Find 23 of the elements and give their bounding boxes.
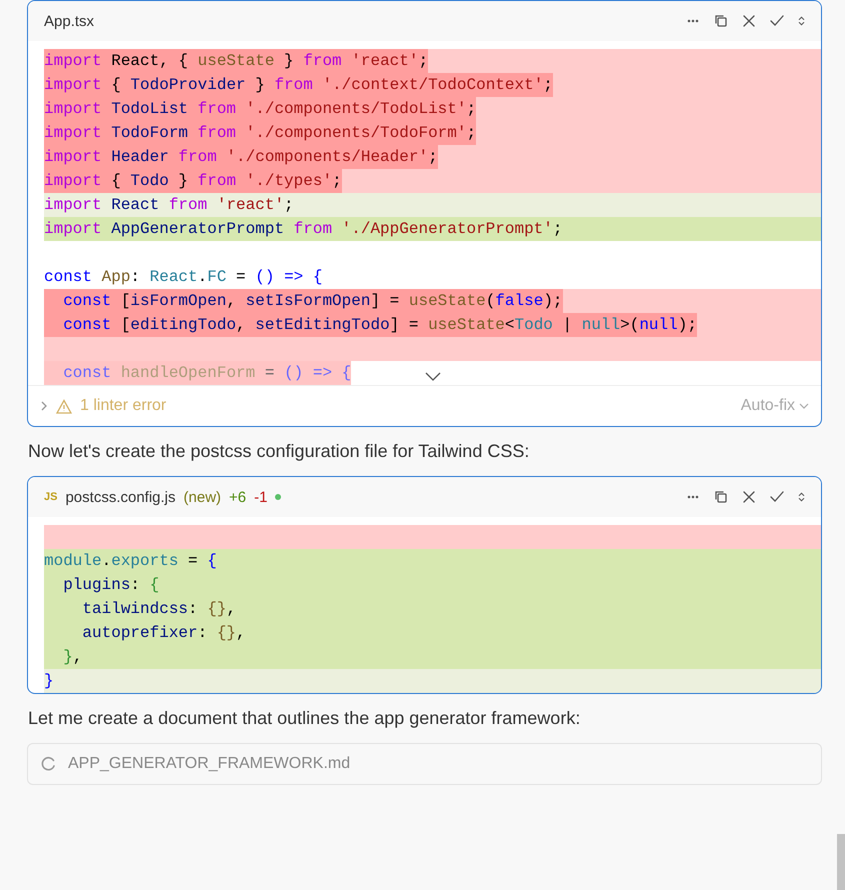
pending-file-name: APP_GENERATOR_FRAMEWORK.md xyxy=(68,755,350,773)
assistant-message: Now let's create the postcss configuration file for Tailwind CSS: xyxy=(27,440,530,463)
scrollbar-thumb[interactable] xyxy=(837,834,845,890)
removed-count: -1 xyxy=(254,488,268,506)
auto-fix-button[interactable]: Auto-fix xyxy=(740,397,809,415)
added-count: +6 xyxy=(229,488,246,506)
close-icon[interactable] xyxy=(741,489,757,505)
code-line: const handleOpenForm = () => { xyxy=(44,361,352,385)
assistant-message: Let me create a document that outlines the app generator framework: xyxy=(27,707,582,730)
file-name: App.tsx xyxy=(44,12,94,30)
copy-icon[interactable] xyxy=(713,13,729,29)
code-line: const App: React.FC = () => { xyxy=(44,267,324,288)
warning-icon xyxy=(56,398,72,414)
chevron-down-icon[interactable] xyxy=(424,372,440,381)
linter-error-text[interactable]: 1 linter error xyxy=(80,397,166,415)
file-type-label: JS xyxy=(44,491,58,503)
chevron-right-icon[interactable] xyxy=(40,400,48,412)
file-name: postcss.config.js xyxy=(65,488,176,506)
copy-icon[interactable] xyxy=(713,489,729,505)
spinner-icon xyxy=(40,756,56,772)
caret-icon xyxy=(799,403,809,409)
file-status: (new) xyxy=(184,488,222,506)
close-icon[interactable] xyxy=(741,13,757,29)
